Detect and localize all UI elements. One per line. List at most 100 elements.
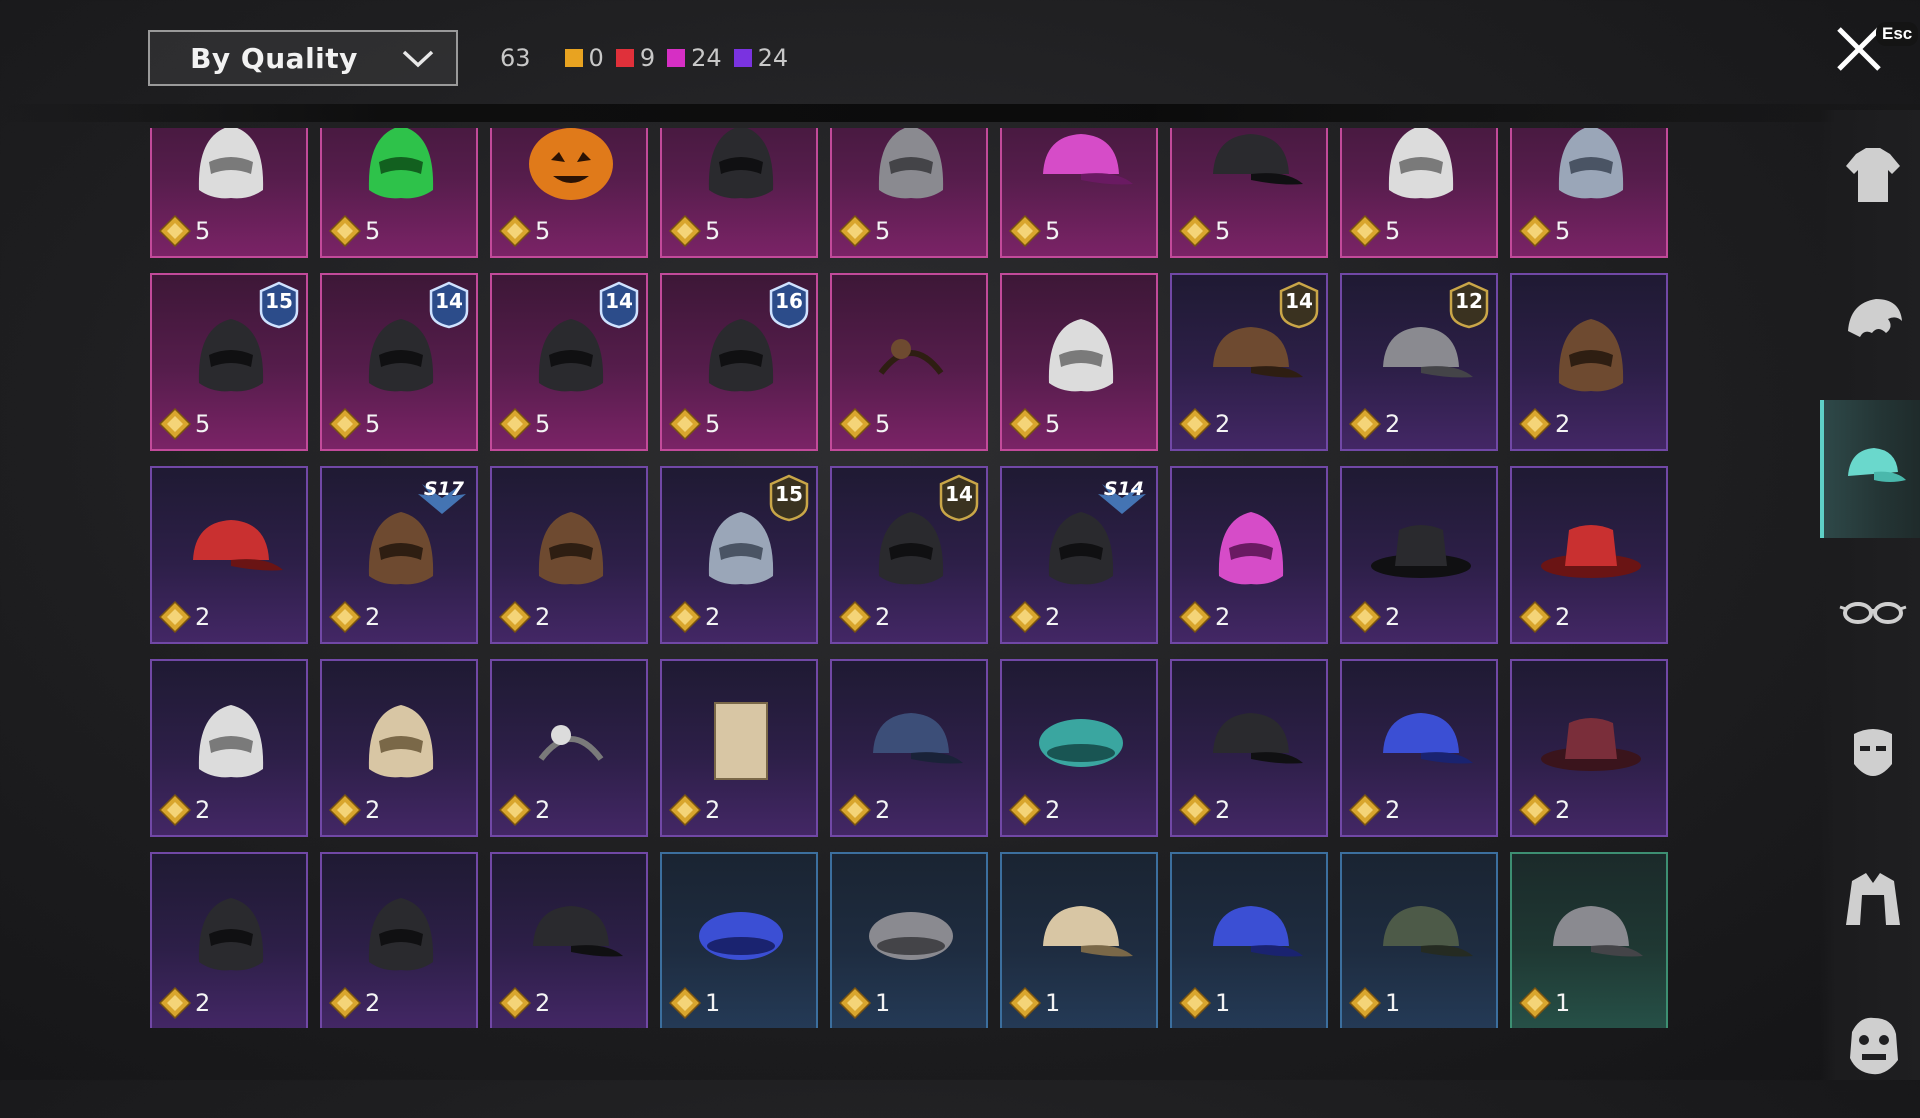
item-cost-value: 2 [1385,410,1401,438]
coin-icon [838,600,872,634]
item-tile[interactable]: 5 [660,128,818,258]
coin-icon [838,986,872,1020]
item-tile[interactable]: 5 [1170,128,1328,258]
sort-dropdown-label: By Quality [190,41,358,75]
item-cost-value: 2 [705,796,721,824]
coin-icon [1008,407,1042,441]
bucket-hat-icon [368,898,434,971]
coin-icon [1178,600,1212,634]
close-button[interactable]: Esc [1832,20,1919,80]
item-cost: 2 [1178,600,1230,634]
sidebar-item-glasses[interactable] [1820,545,1920,683]
item-tile[interactable]: 2 [1000,659,1158,837]
coin-icon [1008,600,1042,634]
item-tile[interactable]: 5 [1340,128,1498,258]
item-tile[interactable]: 1 [830,852,988,1028]
coin-icon [498,214,532,248]
item-tile[interactable]: 2 [150,466,308,644]
item-tile[interactable]: 16 5 [660,273,818,451]
dark-patrol-cap-icon [1553,906,1643,957]
item-tile[interactable]: 2 [490,466,648,644]
coin-icon [1348,600,1382,634]
item-tile[interactable]: 5 [490,128,648,258]
item-tile[interactable]: 2 [1340,659,1498,837]
item-tile[interactable]: 2 [1340,466,1498,644]
item-grid-viewport[interactable]: 5 5 5 5 5 5 5 5 5 15 5 14 5 14 5 16 5 5 … [150,128,1670,1028]
coin-icon [1348,407,1382,441]
sidebar-item-hair[interactable] [1820,255,1920,393]
item-tile[interactable]: 1 [1340,852,1498,1028]
coin-icon [498,600,532,634]
sidebar-item-creature-mask[interactable] [1820,980,1920,1118]
item-cost: 5 [1008,407,1060,441]
item-cost: 2 [158,600,210,634]
item-tile[interactable]: 2 [830,659,988,837]
item-cost: 2 [668,793,720,827]
item-tile[interactable]: 1 [1170,852,1328,1028]
coin-icon [1348,986,1382,1020]
coin-icon [668,407,702,441]
coin-icon [328,600,362,634]
item-tile[interactable]: 1 [1510,852,1668,1028]
item-cost: 1 [1518,986,1570,1020]
item-tile[interactable]: 5 [1000,128,1158,258]
item-tile[interactable]: 2 [1510,659,1668,837]
item-tile[interactable]: 2 [150,852,308,1028]
item-cost: 1 [668,986,720,1020]
item-tile[interactable]: 2 [490,852,648,1028]
sidebar-item-jacket[interactable] [1820,835,1920,973]
item-cost: 5 [498,214,550,248]
item-tile[interactable]: 12 2 [1340,273,1498,451]
item-tile[interactable]: S17 2 [320,466,478,644]
item-tile[interactable]: 14 2 [1170,273,1328,451]
item-cost-value: 5 [1555,217,1571,245]
item-tile[interactable]: 5 [830,128,988,258]
item-tile[interactable]: S14 2 [1000,466,1158,644]
item-tile[interactable]: 14 2 [830,466,988,644]
item-tile[interactable]: 2 [1510,466,1668,644]
item-tile[interactable]: 2 [660,659,818,837]
item-cost: 5 [328,214,380,248]
item-cost: 5 [1518,214,1570,248]
item-cost-value: 1 [1555,989,1571,1017]
coin-icon [1008,986,1042,1020]
item-tile[interactable]: 5 [830,273,988,451]
item-tile[interactable]: 1 [660,852,818,1028]
pink-spiked-helmet-icon [1218,512,1284,585]
item-tile[interactable]: 14 5 [490,273,648,451]
item-cost: 2 [1518,793,1570,827]
item-tile[interactable]: 2 [1170,659,1328,837]
item-tile[interactable]: 2 [150,659,308,837]
item-tile[interactable]: 14 5 [320,273,478,451]
coin-icon [1518,600,1552,634]
item-tile[interactable]: 5 [320,128,478,258]
item-cost: 2 [1348,793,1400,827]
sidebar-item-hat[interactable] [1820,400,1920,538]
tan-baseball-cap-icon [1043,906,1133,957]
coin-icon [1008,793,1042,827]
chevron-down-icon [402,50,434,68]
item-tile[interactable]: 5 [1510,128,1668,258]
sidebar-item-outfit[interactable] [1820,110,1920,248]
item-tile[interactable]: 2 [320,659,478,837]
item-tile[interactable]: 2 [1170,466,1328,644]
item-tile[interactable]: 15 5 [150,273,308,451]
sidebar-item-face-mask[interactable] [1820,690,1920,828]
item-tile[interactable]: 5 [150,128,308,258]
item-tile[interactable]: 2 [490,659,648,837]
coin-icon [838,407,872,441]
black-cap-headphones-icon [1213,134,1303,185]
item-tile[interactable]: 15 2 [660,466,818,644]
item-tile[interactable]: 5 [1000,273,1158,451]
robot-cap-icon [1043,134,1133,185]
item-cost: 5 [1178,214,1230,248]
sort-dropdown[interactable]: By Quality [148,30,458,86]
coin-icon [158,793,192,827]
item-tile[interactable]: 2 [320,852,478,1028]
item-tile[interactable]: 2 [1510,273,1668,451]
item-cost: 2 [1178,407,1230,441]
quality-count: 0 [564,44,604,72]
coin-icon [1008,214,1042,248]
item-tile[interactable]: 1 [1000,852,1158,1028]
item-cost-value: 2 [1385,603,1401,631]
